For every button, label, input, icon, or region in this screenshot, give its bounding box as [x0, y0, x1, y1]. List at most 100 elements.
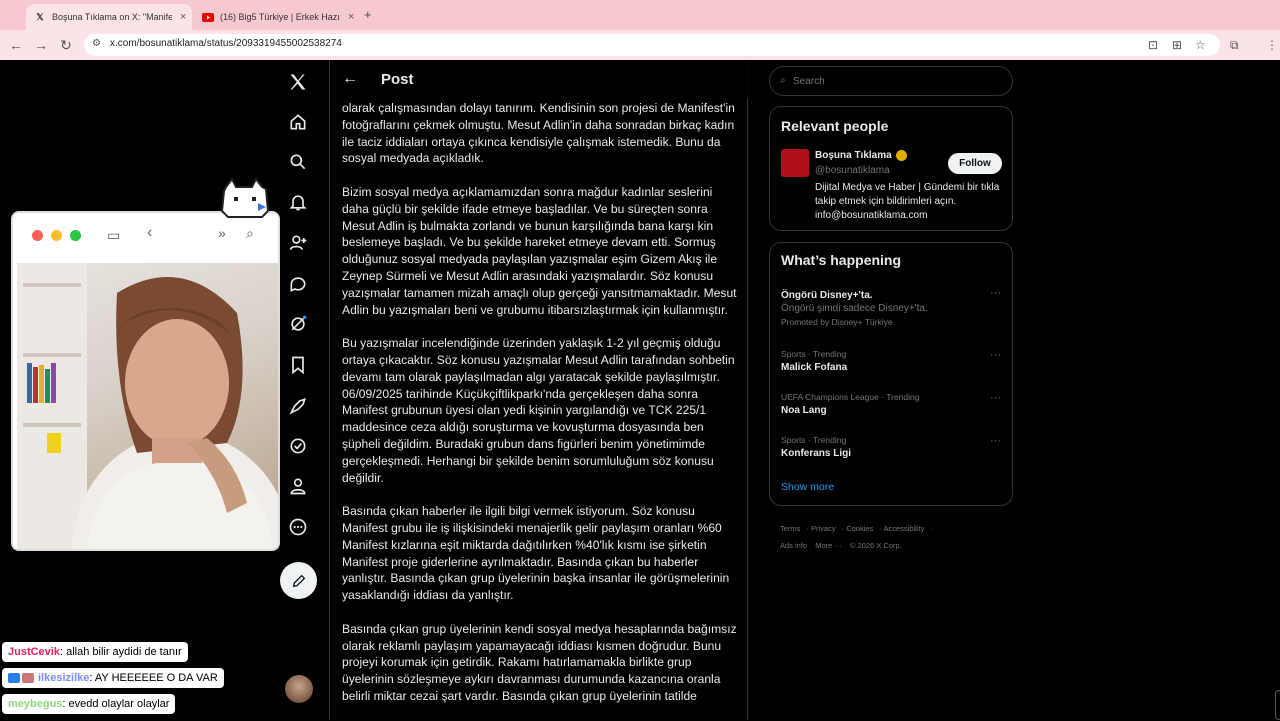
- minimize-window-icon[interactable]: [51, 230, 62, 241]
- chat-username: meybegus: [8, 698, 63, 710]
- tab-x-post[interactable]: 𝕏 Boşuna Tıklama on X: "Manifest... ×: [26, 4, 192, 30]
- menu-icon[interactable]: ⋮: [1266, 38, 1278, 52]
- edge-handle[interactable]: [1275, 690, 1280, 720]
- page-title: Post: [381, 71, 414, 88]
- maximize-window-icon[interactable]: [70, 230, 81, 241]
- footer-link-more[interactable]: More ···: [815, 541, 842, 550]
- messages-icon[interactable]: [286, 272, 310, 296]
- extensions-icon[interactable]: ⧉: [1230, 38, 1239, 53]
- footer-link-privacy[interactable]: Privacy: [811, 524, 836, 533]
- webcam-feed: [17, 263, 278, 549]
- tab-title: (16) Big5 Türkiye | Erkek Hazırlık...: [220, 12, 340, 22]
- compose-button[interactable]: [280, 562, 317, 599]
- post-paragraph: Basında çıkan haberler ile ilgili bilgi …: [342, 504, 730, 603]
- profile-icon[interactable]: [286, 474, 310, 498]
- trend-context: Sports · Trending: [781, 435, 847, 445]
- x-logo-icon: 𝕏: [36, 11, 44, 22]
- webcam-image: [17, 263, 278, 549]
- youtube-logo-icon: [202, 11, 214, 23]
- post-paragraph: olarak çalışmasından dolayı tanırım. Ken…: [342, 101, 735, 166]
- trend-item[interactable]: Sports · Trending Konferans Ligi ···: [781, 435, 1001, 459]
- post-text: olarak çalışmasından dolayı tanırım. Ken…: [342, 100, 742, 721]
- chat-message: JustCevik: allah bilir aydidi de tanır: [2, 642, 188, 662]
- new-tab-button[interactable]: +: [364, 7, 372, 22]
- grok-icon[interactable]: [286, 312, 310, 336]
- more-options-icon[interactable]: ···: [990, 392, 1001, 404]
- chevron-left-icon[interactable]: ‹: [147, 224, 152, 242]
- tab-close-icon[interactable]: ×: [180, 11, 186, 23]
- post-paragraph: Basında çıkan grup üyelerinin kendi sosy…: [342, 621, 737, 703]
- tab-youtube[interactable]: (16) Big5 Türkiye | Erkek Hazırlık... ×: [194, 4, 360, 30]
- trend-name: Öngörü Disney+'ta.: [781, 290, 873, 301]
- footer-link-cookies[interactable]: Cookies: [846, 524, 873, 533]
- verified-badge-icon: [896, 150, 907, 161]
- relevant-people-card: Relevant people Boşuna Tıklama @bosunati…: [769, 106, 1013, 231]
- footer-link-accessibility[interactable]: Accessibility: [883, 524, 924, 533]
- address-bar[interactable]: ⚙ x.com/bosunatiklama/status/20933194550…: [84, 34, 1220, 56]
- more-options-icon[interactable]: ···: [990, 349, 1001, 361]
- copyright: © 2026 X Corp.: [849, 541, 902, 550]
- trend-context: Sports · Trending: [781, 349, 847, 359]
- bookmark-star-icon[interactable]: ☆: [1195, 38, 1206, 52]
- url-text: x.com/bosunatiklama/status/2093319455002…: [110, 38, 342, 49]
- search-icon[interactable]: ⌕: [246, 225, 254, 242]
- trend-name: Malick Fofana: [781, 362, 848, 373]
- sidebar-toggle-icon[interactable]: ▭: [107, 227, 120, 244]
- card-title: What’s happening: [781, 252, 902, 268]
- post-paragraph: Bizim sosyal medya açıklamamızdan sonra …: [342, 184, 737, 317]
- floating-window: ▭ ‹ » ⌕: [11, 211, 280, 551]
- chat-text: : evedd olaylar olaylar: [62, 698, 170, 710]
- reload-icon[interactable]: ↻: [58, 37, 74, 53]
- account-avatar[interactable]: [285, 675, 313, 703]
- follow-button[interactable]: Follow: [948, 153, 1002, 174]
- footer-link-ads-info[interactable]: Ads info: [780, 541, 807, 550]
- pixel-cat-icon: [220, 177, 270, 218]
- bookmarks-icon[interactable]: [286, 353, 310, 377]
- trend-item[interactable]: UEFA Champions League · Trending Noa Lan…: [781, 392, 1001, 416]
- trend-context: UEFA Champions League · Trending: [781, 392, 920, 402]
- post-header: ← Post: [330, 60, 748, 98]
- verified-orgs-icon[interactable]: [286, 434, 310, 458]
- chat-text: : AY HEEEEEE O DA VAR: [89, 672, 218, 684]
- chat-username: ilkesizilke: [38, 672, 90, 684]
- chat-username: JustCevik: [8, 646, 60, 658]
- site-info-icon[interactable]: ⚙: [92, 38, 106, 52]
- trend-name: Konferans Ligi: [781, 448, 852, 459]
- badge-icon: [8, 673, 20, 684]
- card-title: Relevant people: [781, 118, 889, 134]
- search-placeholder: Search: [793, 76, 825, 87]
- trend-item[interactable]: Sports · Trending Malick Fofana ···: [781, 349, 1001, 373]
- tab-close-icon[interactable]: ×: [348, 11, 354, 23]
- chat-text: : allah bilir aydidi de tanır: [59, 646, 182, 658]
- more-icon[interactable]: [286, 515, 310, 539]
- x-logo-icon[interactable]: [286, 70, 310, 94]
- search-icon: ⌕: [780, 75, 786, 86]
- chat-message: ilkesizilke: AY HEEEEEE O DA VAR: [2, 668, 224, 688]
- account-name[interactable]: Boşuna Tıklama: [815, 150, 892, 161]
- back-arrow-icon[interactable]: ←: [342, 70, 358, 88]
- home-icon[interactable]: [286, 110, 310, 134]
- more-options-icon[interactable]: ···: [990, 287, 1001, 299]
- chevrons-right-icon[interactable]: »: [218, 225, 226, 241]
- post-column: olarak çalışmasından dolayı tanırım. Ken…: [329, 60, 748, 720]
- install-icon[interactable]: ⊞: [1172, 38, 1182, 52]
- avatar[interactable]: [781, 149, 809, 177]
- account-handle: @bosunatiklama: [815, 165, 890, 176]
- badge-icon: [22, 673, 34, 684]
- follow-icon[interactable]: [286, 231, 310, 255]
- explore-icon[interactable]: [286, 150, 310, 174]
- search-input[interactable]: ⌕ Search: [769, 66, 1013, 96]
- trend-name: Noa Lang: [781, 405, 827, 416]
- account-bio: Dijital Medya ve Haber | Gündemi bir tık…: [815, 182, 1000, 221]
- premium-icon[interactable]: [286, 394, 310, 418]
- translate-icon[interactable]: ⊡: [1148, 38, 1158, 52]
- back-icon[interactable]: ←: [8, 37, 24, 53]
- show-more-link[interactable]: Show more: [781, 481, 834, 493]
- notifications-icon[interactable]: [286, 190, 310, 214]
- trend-subtitle: Öngörü şimdi sadece Disney+'ta.: [781, 303, 928, 314]
- trend-item[interactable]: Öngörü Disney+'ta. Öngörü şimdi sadece D…: [781, 287, 1001, 327]
- close-window-icon[interactable]: [32, 230, 43, 241]
- more-options-icon[interactable]: ···: [990, 435, 1001, 447]
- footer-link-terms[interactable]: Terms: [780, 524, 800, 533]
- forward-icon[interactable]: →: [33, 37, 49, 53]
